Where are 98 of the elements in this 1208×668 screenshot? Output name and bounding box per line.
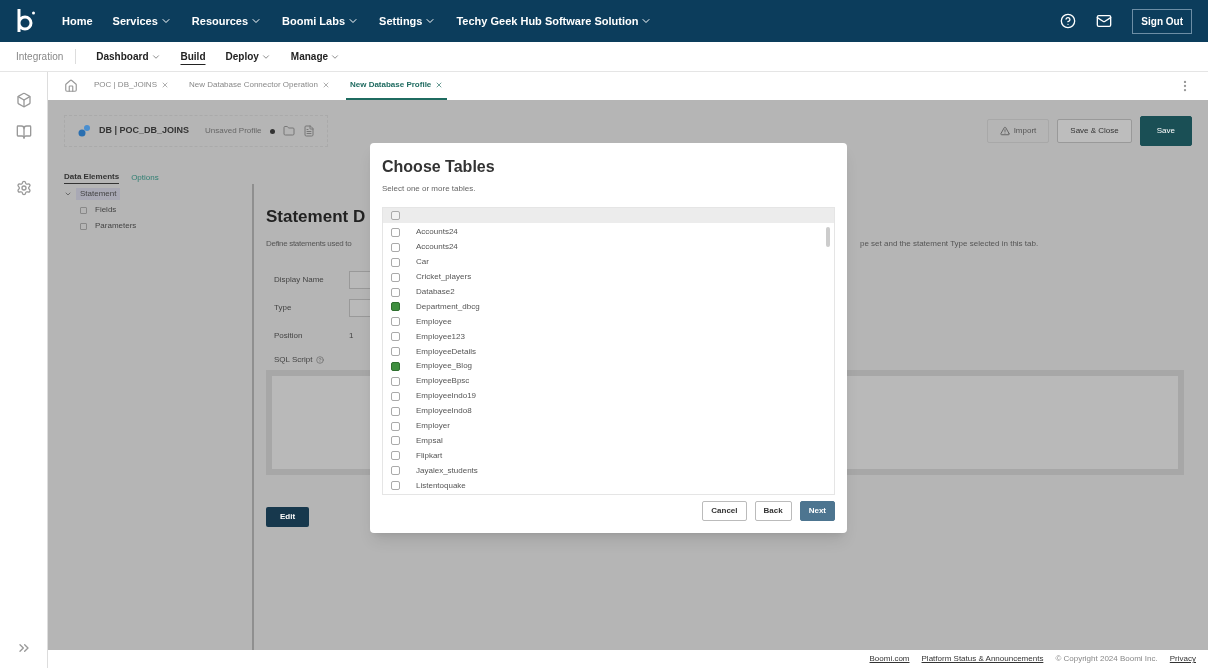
- database-icon: [77, 124, 91, 138]
- footer-link[interactable]: Boomi.com: [869, 653, 910, 665]
- table-name[interactable]: Accounts24: [416, 227, 458, 238]
- checkbox[interactable]: [391, 406, 400, 416]
- close-icon[interactable]: [161, 81, 169, 89]
- checkbox[interactable]: [391, 391, 400, 401]
- dialog-button[interactable]: Next: [799, 501, 835, 521]
- edit-button[interactable]: Edit: [266, 506, 309, 527]
- book-icon[interactable]: [15, 124, 32, 140]
- header-button[interactable]: Import: [986, 119, 1050, 143]
- panel-tab[interactable]: Data Elements: [64, 171, 120, 184]
- dialog-button[interactable]: Cancel: [702, 501, 747, 521]
- checkbox[interactable]: [391, 227, 400, 237]
- folder-icon[interactable]: [282, 125, 295, 137]
- table-name[interactable]: EmployeeDetails: [416, 346, 477, 357]
- sub-nav-menu[interactable]: Build: [180, 49, 206, 64]
- checkbox[interactable]: [391, 242, 400, 252]
- field-label: Type: [274, 301, 293, 314]
- home-icon[interactable]: [64, 79, 78, 93]
- table-name[interactable]: Empsal: [416, 435, 443, 446]
- checkbox[interactable]: [391, 421, 400, 431]
- cube-icon[interactable]: [15, 92, 32, 108]
- field-label: Position: [274, 329, 304, 342]
- table-name[interactable]: Employee123: [416, 331, 465, 342]
- footer-link[interactable]: Platform Status & Announcements: [921, 653, 1044, 665]
- tree-item[interactable]: Parameters: [91, 220, 141, 232]
- section-description: Define statements used to: [266, 237, 353, 250]
- copyright-text: © Copyright 2024 Boomi Inc.: [1055, 653, 1158, 665]
- table-name[interactable]: Listentoquake: [416, 480, 466, 491]
- table-name[interactable]: Flipkart: [416, 450, 443, 461]
- nav-menu[interactable]: Home: [62, 12, 93, 30]
- checkbox[interactable]: [391, 317, 400, 327]
- sub-nav-menu[interactable]: Manage: [290, 49, 341, 64]
- checkbox[interactable]: [391, 211, 400, 220]
- nav-menu[interactable]: Techy Geek Hub Software Solution: [456, 12, 653, 30]
- checkbox[interactable]: [391, 481, 400, 491]
- mail-icon[interactable]: [1096, 13, 1113, 29]
- field-label: SQL Script: [274, 353, 313, 366]
- checkbox[interactable]: [391, 376, 400, 386]
- table-name[interactable]: Car: [416, 257, 429, 268]
- section-heading: Statement D: [266, 206, 367, 228]
- editor-tab[interactable]: POC | DB_JOINS: [90, 72, 173, 100]
- nav-menu[interactable]: Settings: [379, 12, 437, 30]
- checkbox[interactable]: [391, 257, 400, 267]
- close-icon[interactable]: [435, 81, 444, 89]
- checkbox[interactable]: [391, 287, 400, 297]
- collapse-icon[interactable]: [64, 190, 72, 198]
- table-name[interactable]: Accounts24: [416, 242, 458, 253]
- profile-title: DB | POC_DB_JOINS: [99, 124, 190, 138]
- tree-item[interactable]: Fields: [91, 204, 121, 216]
- tree-item[interactable]: Statement: [76, 188, 121, 200]
- table-name[interactable]: Cricket_players: [416, 272, 472, 283]
- section-title: Integration: [16, 49, 77, 64]
- table-name[interactable]: Department_dbcg: [416, 301, 480, 312]
- table-name[interactable]: Employer: [416, 421, 450, 431]
- close-icon[interactable]: [321, 81, 330, 89]
- checkbox[interactable]: [391, 332, 400, 342]
- table-name[interactable]: Jayalex_students: [416, 465, 478, 476]
- field-label: Display Name: [274, 273, 325, 286]
- checkbox[interactable]: [391, 302, 400, 312]
- table-name[interactable]: Employee_Blog: [416, 361, 473, 372]
- privacy-link[interactable]: Privacy: [1169, 653, 1196, 665]
- tree-node-icon: [80, 206, 87, 214]
- nav-menu[interactable]: Services: [112, 12, 172, 30]
- info-icon: [316, 355, 325, 364]
- checkbox[interactable]: [391, 347, 400, 357]
- checkbox[interactable]: [391, 466, 400, 476]
- nav-menu[interactable]: Resources: [191, 12, 263, 30]
- header-button[interactable]: Save: [1139, 116, 1192, 146]
- checkbox[interactable]: [391, 272, 400, 282]
- tree-node-icon: [80, 222, 87, 230]
- editor-tab[interactable]: New Database Profile: [345, 72, 448, 100]
- checkbox[interactable]: [391, 436, 400, 446]
- profile-status: Unsaved Profile: [205, 125, 262, 137]
- table-name[interactable]: EmployeeIndo8: [416, 406, 472, 417]
- sub-nav-menu[interactable]: Dashboard: [96, 49, 161, 64]
- section-description: pe set and the statement Type selected in this tab.: [860, 237, 1039, 250]
- logo-icon[interactable]: [16, 8, 38, 34]
- document-icon[interactable]: [302, 125, 315, 137]
- scrollbar-thumb[interactable]: [826, 227, 830, 247]
- help-icon[interactable]: [1060, 13, 1077, 29]
- header-button[interactable]: Save & Close: [1057, 119, 1132, 143]
- sub-nav-menu[interactable]: Deploy: [225, 49, 271, 64]
- dialog-title: Choose Tables: [382, 157, 496, 177]
- table-name[interactable]: Database2: [416, 287, 455, 297]
- warning-icon: [999, 126, 1010, 136]
- dialog-button[interactable]: Back: [754, 501, 792, 521]
- table-name[interactable]: EmployeeIndo19: [416, 391, 477, 402]
- nav-menu[interactable]: Boomi Labs: [282, 12, 360, 30]
- table-name[interactable]: Employee: [416, 316, 452, 327]
- field-value: 1: [349, 329, 354, 342]
- checkbox[interactable]: [391, 451, 400, 461]
- dialog-subtitle: Select one or more tables.: [382, 183, 477, 195]
- sign-out-button[interactable]: Sign Out: [1132, 8, 1192, 34]
- checkbox[interactable]: [391, 361, 400, 371]
- editor-tab[interactable]: New Database Connector Operation: [185, 72, 334, 100]
- settings-icon[interactable]: [15, 180, 32, 196]
- table-name[interactable]: EmployeeBpsc: [416, 376, 470, 387]
